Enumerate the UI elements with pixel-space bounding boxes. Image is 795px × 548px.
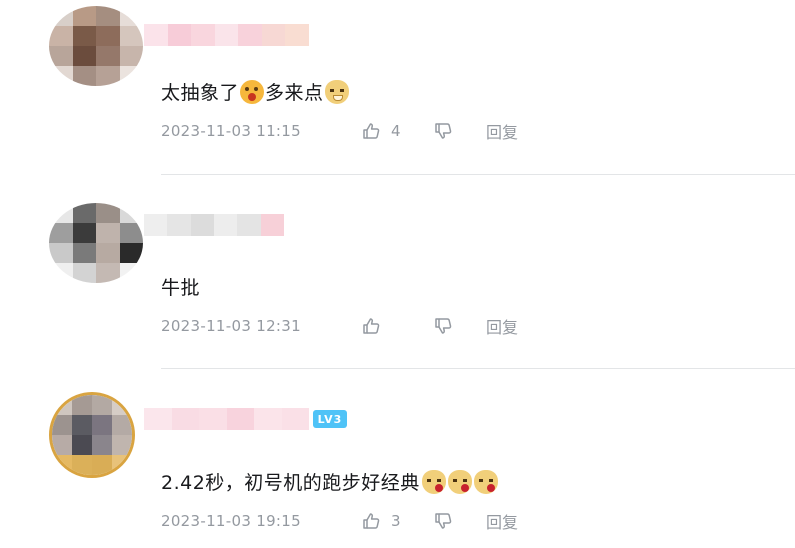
comment-time: 2023-11-03 11:15	[161, 122, 301, 140]
comment-text: 太抽象了 多来点	[161, 78, 350, 105]
like-icon[interactable]	[361, 511, 381, 531]
like-count: 3	[391, 512, 401, 530]
divider	[161, 174, 795, 175]
divider	[161, 368, 795, 369]
comment-meta: 2023-11-03 12:31 回复	[161, 315, 518, 337]
level-badge: LV3	[313, 410, 347, 428]
comment-text: 牛批	[161, 277, 201, 299]
comment-text: 2.42秒，初号机的跑步好经典	[161, 468, 499, 495]
rose-doge-emoji-icon	[447, 469, 472, 494]
comment-meta: 2023-11-03 11:15 4 回复	[161, 120, 518, 142]
doge-emoji-icon	[324, 79, 349, 104]
dislike-icon[interactable]	[433, 316, 453, 336]
comment-item: 牛批 2023-11-03 12:31 回复	[0, 195, 795, 370]
avatar[interactable]	[49, 203, 143, 283]
comment-item: 太抽象了 多来点 2023-11-03 11:15 4 回复	[0, 0, 795, 175]
like-icon[interactable]	[361, 316, 381, 336]
dislike-icon[interactable]	[433, 121, 453, 141]
dislike-icon[interactable]	[433, 511, 453, 531]
like-count: 4	[391, 122, 401, 140]
avatar[interactable]	[49, 392, 135, 478]
username-blurred[interactable]	[144, 408, 309, 430]
like-icon[interactable]	[361, 121, 381, 141]
reply-button[interactable]: 回复	[486, 509, 518, 533]
reply-button[interactable]: 回复	[486, 314, 518, 338]
username-blurred[interactable]	[144, 24, 310, 46]
comment-time: 2023-11-03 12:31	[161, 317, 301, 335]
avatar[interactable]	[49, 6, 143, 86]
username-blurred[interactable]	[144, 214, 284, 236]
reply-button[interactable]: 回复	[486, 119, 518, 143]
comment-time: 2023-11-03 19:15	[161, 512, 301, 530]
comment-meta: 2023-11-03 19:15 3 回复	[161, 510, 518, 532]
rose-doge-emoji-icon	[421, 469, 446, 494]
comment-item: LV3 2.42秒，初号机的跑步好经典 2023-11-03 19:15 3 回…	[0, 390, 795, 548]
rose-doge-emoji-icon	[473, 469, 498, 494]
shock-emoji-icon	[240, 79, 265, 104]
